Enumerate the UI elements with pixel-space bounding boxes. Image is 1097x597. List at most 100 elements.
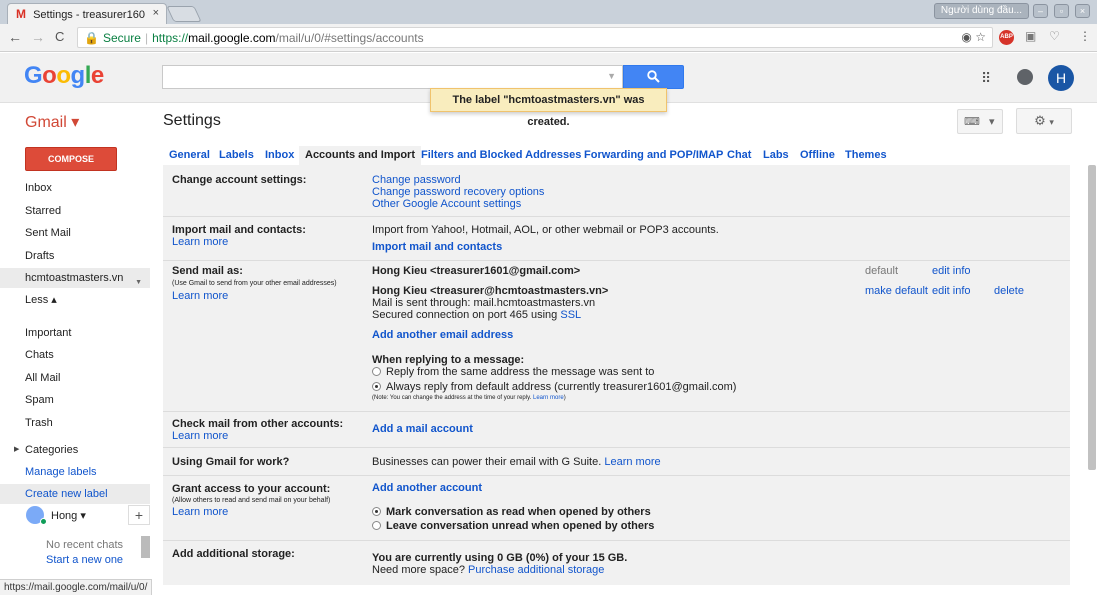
tab-general[interactable]: General [163, 146, 216, 165]
nav-sent-mail[interactable]: Sent Mail [0, 223, 150, 243]
settings-gear-button[interactable]: ⚙ ▾ [1016, 108, 1072, 134]
change-recovery-link[interactable]: Change password recovery options [372, 186, 544, 198]
row-label: Import mail and contacts: [172, 224, 306, 236]
forward-icon[interactable]: → [31, 30, 45, 44]
reply-heading: When replying to a message: [372, 354, 525, 366]
work-desc-text: Businesses can power their email with G … [372, 456, 602, 468]
add-email-address-button[interactable]: Add another email address [372, 329, 513, 341]
row-check-mail: Check mail from other accounts: Learn mo… [163, 412, 1070, 448]
compose-button[interactable]: COMPOSE [25, 147, 117, 171]
minimize-icon[interactable]: – [1033, 4, 1048, 18]
search-options-icon[interactable]: ▼ [607, 71, 616, 81]
purchase-storage-link[interactable]: Purchase additional storage [468, 564, 604, 576]
delete-link[interactable]: delete [994, 285, 1024, 297]
nav-less[interactable]: Less ▴ [0, 290, 150, 310]
tab-themes[interactable]: Themes [839, 146, 893, 165]
browser-tab[interactable]: M Settings - treasurer160 × [7, 3, 167, 24]
tab-labs[interactable]: Labs [757, 146, 795, 165]
tab-labels[interactable]: Labels [213, 146, 260, 165]
row-work: Using Gmail for work? Businesses can pow… [163, 448, 1070, 476]
edit-info-link[interactable]: edit info [932, 265, 971, 277]
tab-filters[interactable]: Filters and Blocked Addresses [415, 146, 587, 165]
tab-offline[interactable]: Offline [794, 146, 841, 165]
nav-categories[interactable]: ▶ Categories [0, 440, 150, 460]
nav-label-hcmtoastmasters[interactable]: hcmtoastmasters.vn ▼ [0, 268, 150, 288]
nav-drafts[interactable]: Drafts [0, 246, 150, 266]
star-icon[interactable]: ☆ [975, 30, 986, 44]
radio-button-selected[interactable] [372, 507, 381, 516]
nav-all-mail[interactable]: All Mail [0, 368, 150, 388]
nav-manage-labels[interactable]: Manage labels [0, 462, 150, 482]
row-label: Using Gmail for work? [172, 456, 290, 468]
back-icon[interactable]: ← [8, 30, 22, 44]
add-another-account-button[interactable]: Add another account [372, 482, 482, 494]
pocket-icon[interactable]: ♡ [1049, 29, 1060, 43]
secured-connection: Secured connection on port 465 using SSL [372, 309, 581, 321]
page-scrollbar[interactable] [1088, 165, 1096, 470]
make-default-link[interactable]: make default [865, 285, 928, 297]
change-password-link[interactable]: Change password [372, 174, 461, 186]
close-window-icon[interactable]: × [1075, 4, 1090, 18]
other-settings-link[interactable]: Other Google Account settings [372, 198, 521, 210]
reply-note-learn-more[interactable]: Learn more [533, 395, 564, 401]
import-mail-button[interactable]: Import mail and contacts [372, 241, 502, 253]
reply-option-same[interactable]: Reply from the same address the message … [372, 366, 654, 378]
chevron-down-icon: ▾ [988, 116, 995, 128]
nav-scrollbar[interactable] [141, 536, 150, 558]
new-tab-button[interactable] [166, 6, 202, 22]
grant-learn-more[interactable]: Learn more [172, 506, 228, 518]
reload-icon[interactable]: C [55, 30, 64, 44]
nav-trash[interactable]: Trash [0, 413, 150, 433]
url-separator: | [144, 31, 149, 45]
nav-important[interactable]: Important [0, 323, 150, 343]
search-input[interactable]: ▼ [162, 65, 623, 89]
check-mail-learn-more[interactable]: Learn more [172, 430, 228, 442]
import-learn-more[interactable]: Learn more [172, 236, 228, 248]
nav-starred[interactable]: Starred [0, 201, 150, 221]
maximize-icon[interactable]: ▫ [1054, 4, 1069, 18]
nav-spam[interactable]: Spam [0, 390, 150, 410]
google-logo[interactable]: Google [24, 62, 104, 90]
plus-icon[interactable]: + [128, 505, 150, 525]
menu-dots-icon[interactable]: ⋮ [1079, 29, 1091, 43]
address-bar[interactable]: 🔒 Secure | https://mail.google.com/mail/u/0… [77, 27, 993, 48]
radio-button-selected[interactable] [372, 382, 381, 391]
start-new-chat-link[interactable]: Start a new one [46, 554, 123, 566]
mail-sent-through: Mail is sent through: mail.hcmtoastmaste… [372, 297, 596, 309]
send-as-learn-more[interactable]: Learn more [172, 290, 228, 302]
add-mail-account-button[interactable]: Add a mail account [372, 423, 473, 435]
profile-button[interactable]: Người dùng đầu... [933, 3, 1029, 19]
row-label: Add additional storage: [172, 548, 295, 560]
account-avatar[interactable]: H [1048, 65, 1074, 91]
hangouts-user[interactable]: Hong ▾ + [18, 504, 150, 528]
apps-grid-icon[interactable]: ⠿ [981, 70, 991, 87]
browser-toolbar: ← → C 🔒 Secure | https://mail.google.com/ma… [0, 24, 1097, 52]
ssl-link[interactable]: SSL [560, 309, 581, 321]
gmail-menu[interactable]: Gmail ▾ [25, 112, 79, 132]
hangouts-name[interactable]: Hong ▾ [51, 509, 86, 522]
reply-option-default[interactable]: Always reply from default address (curre… [372, 381, 736, 393]
leave-unread-option[interactable]: Leave conversation unread when opened by… [372, 520, 654, 532]
extension-icon[interactable]: ▣ [1025, 29, 1036, 43]
nav-chats[interactable]: Chats [0, 345, 150, 365]
mark-read-option[interactable]: Mark conversation as read when opened by… [372, 506, 651, 518]
work-learn-more[interactable]: Learn more [604, 456, 660, 468]
radio-button[interactable] [372, 367, 381, 376]
tab-inbox[interactable]: Inbox [259, 146, 300, 165]
radio-button[interactable] [372, 521, 381, 530]
nav-create-new-label[interactable]: Create new label [0, 484, 150, 504]
tab-chat[interactable]: Chat [721, 146, 757, 165]
input-tools-button[interactable]: ⌨ ▾ [957, 109, 1003, 134]
default-status: default [865, 265, 899, 277]
nav-inbox[interactable]: Inbox [0, 178, 150, 198]
reply-note: (Note: You can change the address at the… [372, 395, 566, 401]
edit-info-link-secondary[interactable]: edit info [932, 285, 971, 297]
search-button[interactable] [623, 65, 684, 89]
adblock-icon[interactable]: ABP [999, 30, 1014, 45]
notifications-icon[interactable] [1017, 69, 1033, 85]
send-as-account-secondary: Hong Kieu <treasurer@hcmtoastmasters.vn> [372, 285, 609, 297]
tab-close-icon[interactable]: × [153, 7, 159, 19]
tab-forwarding[interactable]: Forwarding and POP/IMAP [578, 146, 729, 165]
eye-icon[interactable]: ◉ [961, 30, 971, 44]
tab-accounts-and-import[interactable]: Accounts and Import [299, 146, 422, 165]
